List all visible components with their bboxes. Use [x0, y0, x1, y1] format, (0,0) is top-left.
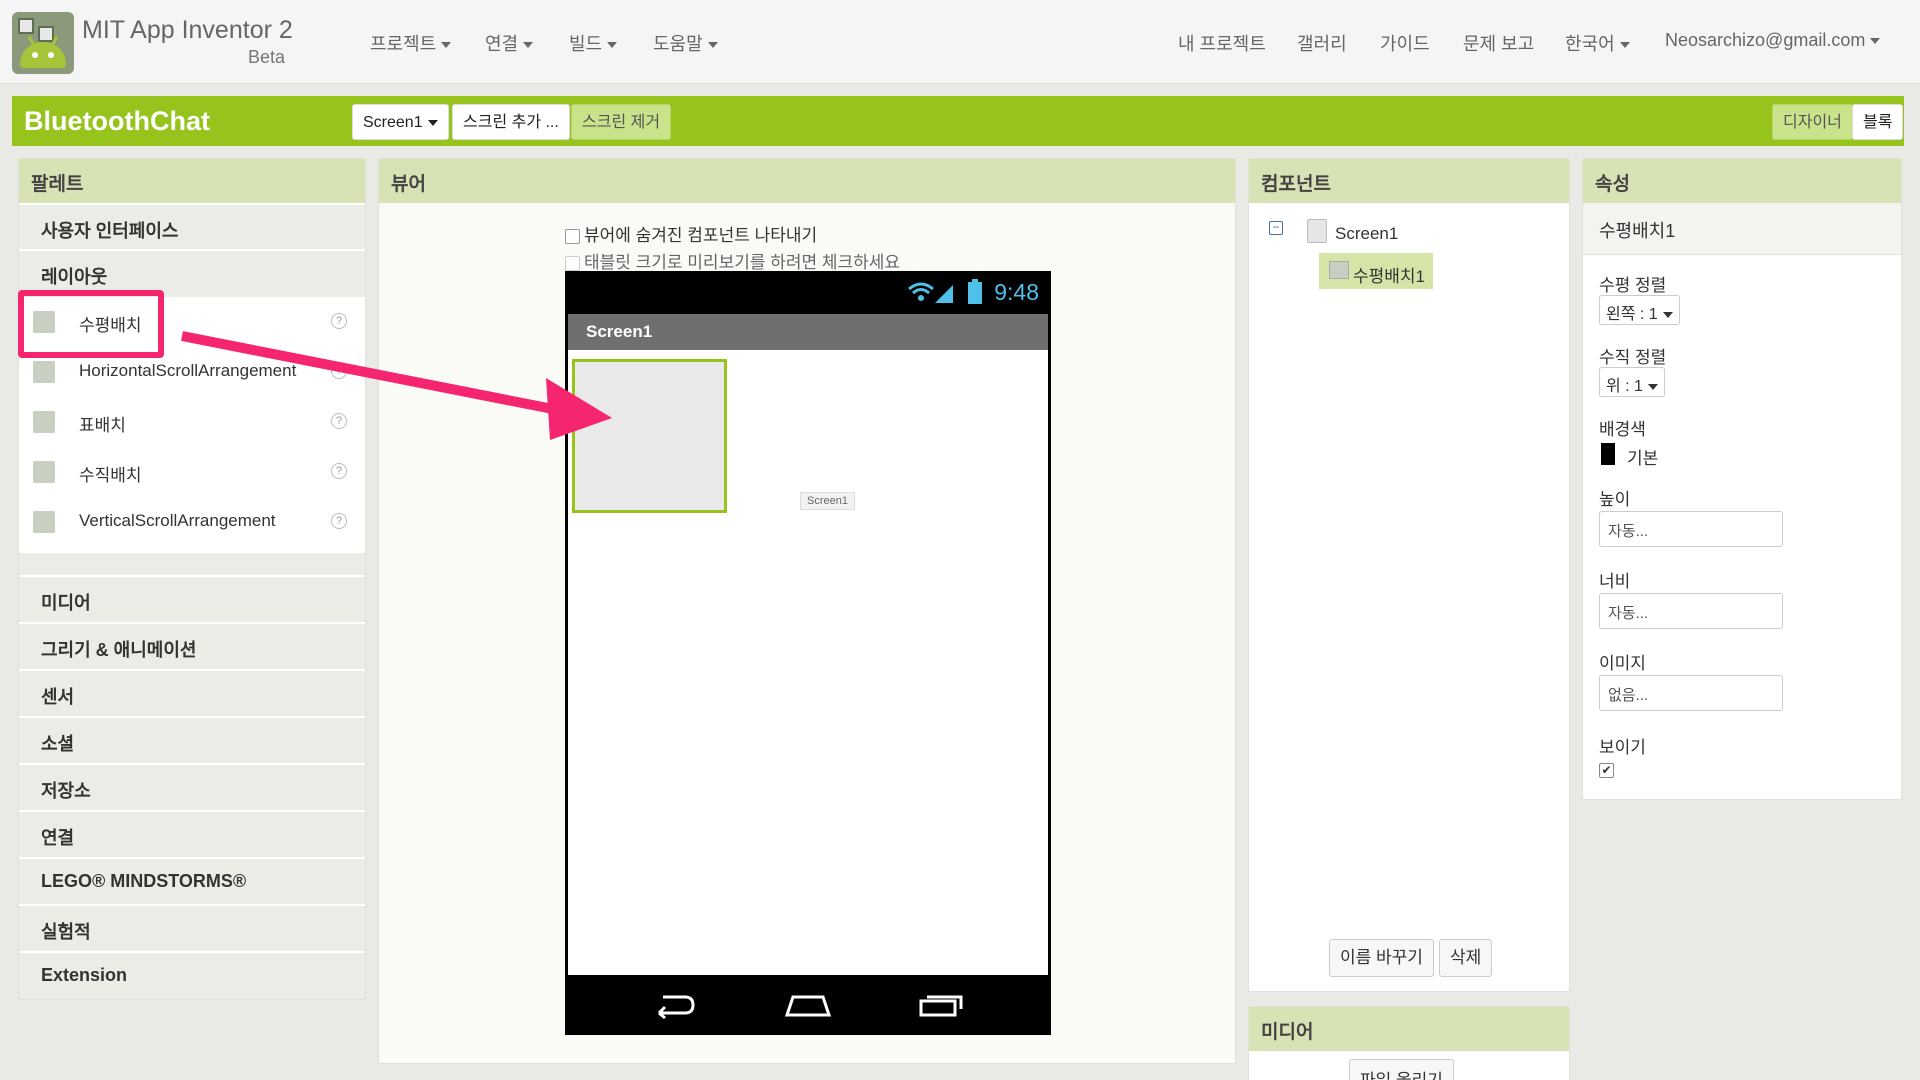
drag-arrow-icon [181, 331, 612, 440]
